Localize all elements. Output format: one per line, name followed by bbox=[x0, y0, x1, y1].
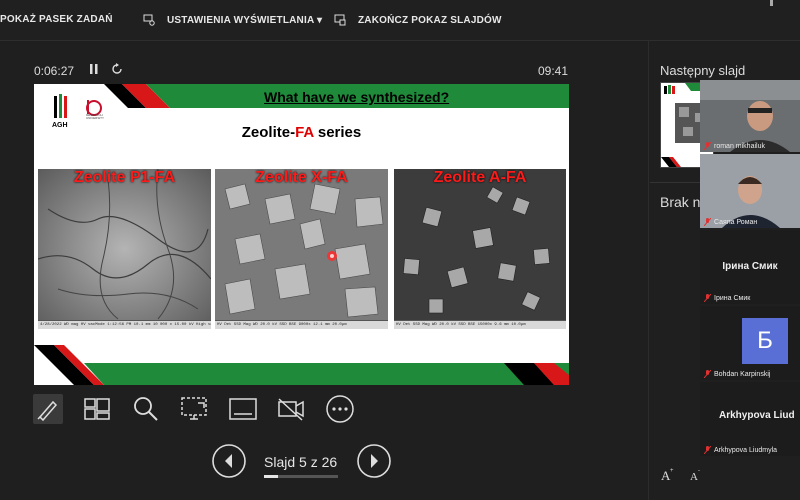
chevron-left-icon bbox=[212, 444, 246, 478]
laser-pointer-icon bbox=[327, 251, 337, 261]
laser-pointer-button[interactable] bbox=[180, 394, 210, 429]
mic-muted-icon bbox=[704, 294, 711, 302]
show-taskbar-label: POKAŻ PASEK ZADAŃ bbox=[0, 14, 113, 25]
display-settings-icon bbox=[143, 14, 155, 26]
sem-texture-p1 bbox=[38, 169, 211, 329]
sem-footer-p1: 4/28/2022 WD mag HV vacMode 1:12:56 PM 1… bbox=[38, 320, 211, 329]
screen-icon bbox=[229, 398, 257, 420]
participant-tile[interactable]: Ірина Смик Ірина Смик bbox=[700, 230, 800, 304]
slide-title: What have we synthesized? bbox=[264, 89, 450, 105]
presenter-toolbar: POKAŻ PASEK ZADAŃ USTAWIENIA WYŚWIETLANI… bbox=[0, 0, 800, 41]
participant-name: roman mikhailuk bbox=[704, 142, 765, 150]
pause-timer-button[interactable] bbox=[88, 62, 100, 81]
mic-muted-icon bbox=[704, 218, 711, 226]
svg-text:A: A bbox=[690, 471, 698, 482]
sem-label-x: Zeolite X-FA bbox=[255, 169, 348, 186]
more-options-button[interactable] bbox=[325, 394, 355, 429]
participant-name: Ірина Смик bbox=[704, 294, 750, 302]
display-settings-button[interactable]: USTAWIENIA WYŚWIETLANIA ▾ bbox=[143, 14, 322, 26]
sem-footer-x: HV Det SSD Mag WD 20.0 kV SSD BSE 9000x … bbox=[215, 320, 388, 329]
participant-tile[interactable]: Б Bohdan Karpinskij bbox=[700, 306, 800, 380]
window-edge-mark bbox=[770, 0, 773, 6]
logo-caption: RESEARCH UNIVERSITY bbox=[86, 113, 105, 120]
pause-icon bbox=[90, 64, 98, 74]
pen-icon bbox=[33, 394, 63, 424]
slide-progress-bar bbox=[264, 475, 338, 478]
display-settings-label: USTAWIENIA WYŚWIETLANIA ▾ bbox=[167, 14, 323, 26]
sem-label-p1: Zeolite P1-FA bbox=[73, 169, 176, 186]
subtitle-suffix: series bbox=[313, 124, 362, 141]
magnifier-icon bbox=[134, 397, 158, 421]
restart-timer-button[interactable] bbox=[110, 62, 124, 81]
participant-name-text: Arkhypova Liudmyla bbox=[714, 446, 778, 454]
notes-label: Brak n bbox=[660, 194, 701, 210]
show-taskbar-button[interactable]: POKAŻ PASEK ZADAŃ bbox=[0, 14, 113, 25]
black-screen-button[interactable] bbox=[228, 394, 258, 429]
chevron-right-icon bbox=[357, 444, 391, 478]
next-slide-label: Następny slajd bbox=[660, 63, 746, 78]
sem-texture-x bbox=[215, 169, 388, 329]
sem-label-a: Zeolite A-FA bbox=[433, 169, 527, 186]
svg-text:-: - bbox=[698, 468, 700, 474]
mic-muted-icon bbox=[704, 370, 711, 378]
zoom-button[interactable] bbox=[131, 394, 161, 429]
participant-tile[interactable]: Саяпа Роман bbox=[700, 154, 800, 228]
participant-tile[interactable]: Arkhypova Liud Arkhypova Liudmyla bbox=[700, 382, 800, 456]
slides-grid-icon bbox=[84, 398, 110, 420]
font-increase-icon: A + bbox=[661, 468, 674, 483]
sem-footer-a: HV Det SSD Mag WD 20.0 kV SSD BSE 15000x… bbox=[394, 320, 566, 329]
slide-subtitle: Zeolite-FA series bbox=[34, 124, 569, 141]
participant-name: Bohdan Karpinskij bbox=[704, 370, 770, 378]
sem-image-x: Zeolite X-FA HV Det SSD Mag WD 20.0 kV S… bbox=[215, 169, 388, 329]
slide-progress-fill bbox=[264, 475, 279, 478]
participant-name-text: Ірина Смик bbox=[714, 294, 751, 302]
previous-slide-button[interactable] bbox=[212, 444, 246, 483]
restart-icon bbox=[112, 63, 122, 74]
clock: 09:41 bbox=[538, 64, 569, 78]
participant-avatar: Б bbox=[742, 318, 788, 364]
slide-footer-band bbox=[34, 345, 569, 385]
more-icon bbox=[326, 395, 354, 423]
end-show-icon bbox=[334, 14, 346, 26]
subtitles-button[interactable] bbox=[276, 394, 306, 429]
panel-divider bbox=[648, 40, 649, 500]
see-all-slides-button[interactable] bbox=[82, 394, 112, 429]
next-slide-button[interactable] bbox=[357, 444, 391, 483]
subtitle-prefix: Zeolite- bbox=[241, 124, 296, 141]
current-slide[interactable]: What have we synthesized? AGH RESEARCH U… bbox=[34, 84, 569, 385]
participant-video bbox=[700, 154, 800, 228]
decrease-font-button[interactable]: A - bbox=[688, 466, 704, 485]
camera-off-icon bbox=[278, 398, 304, 421]
font-decrease-icon: A - bbox=[690, 468, 700, 483]
increase-font-button[interactable]: A + bbox=[660, 466, 676, 485]
mic-muted-icon bbox=[704, 446, 711, 454]
sem-texture-a bbox=[394, 169, 566, 329]
slide-counter: Slajd 5 z 26 bbox=[264, 454, 338, 470]
sem-image-a: Zeolite A-FA HV Det SSD Mag WD 20.0 kV S… bbox=[394, 169, 566, 329]
sem-image-p1: Zeolite P1-FA 4/28/2022 WD mag HV vacMod… bbox=[38, 169, 211, 329]
participant-tile[interactable]: roman mikhailuk bbox=[700, 80, 800, 152]
participant-name-text: Bohdan Karpinskij bbox=[714, 370, 771, 378]
participant-name-text: roman mikhailuk bbox=[714, 142, 765, 150]
svg-text:+: + bbox=[670, 468, 674, 474]
participant-display-name: Arkhypova Liud bbox=[719, 410, 795, 421]
end-show-label: ZAKOŃCZ POKAZ SLAJDÓW bbox=[358, 14, 502, 26]
participant-display-name: Ірина Смик bbox=[722, 261, 778, 272]
participant-name: Саяпа Роман bbox=[704, 218, 757, 226]
subtitle-highlight: FA bbox=[295, 124, 314, 141]
end-show-button[interactable]: ZAKOŃCZ POKAZ SLAJDÓW bbox=[334, 14, 502, 26]
participant-name-text: Саяпа Роман bbox=[714, 218, 758, 226]
elapsed-timer: 0:06:27 bbox=[34, 64, 75, 78]
monitor-pointer-icon bbox=[181, 397, 207, 420]
pen-tool-button[interactable] bbox=[33, 394, 63, 429]
participant-name: Arkhypova Liudmyla bbox=[704, 446, 777, 454]
mic-muted-icon bbox=[704, 142, 711, 150]
